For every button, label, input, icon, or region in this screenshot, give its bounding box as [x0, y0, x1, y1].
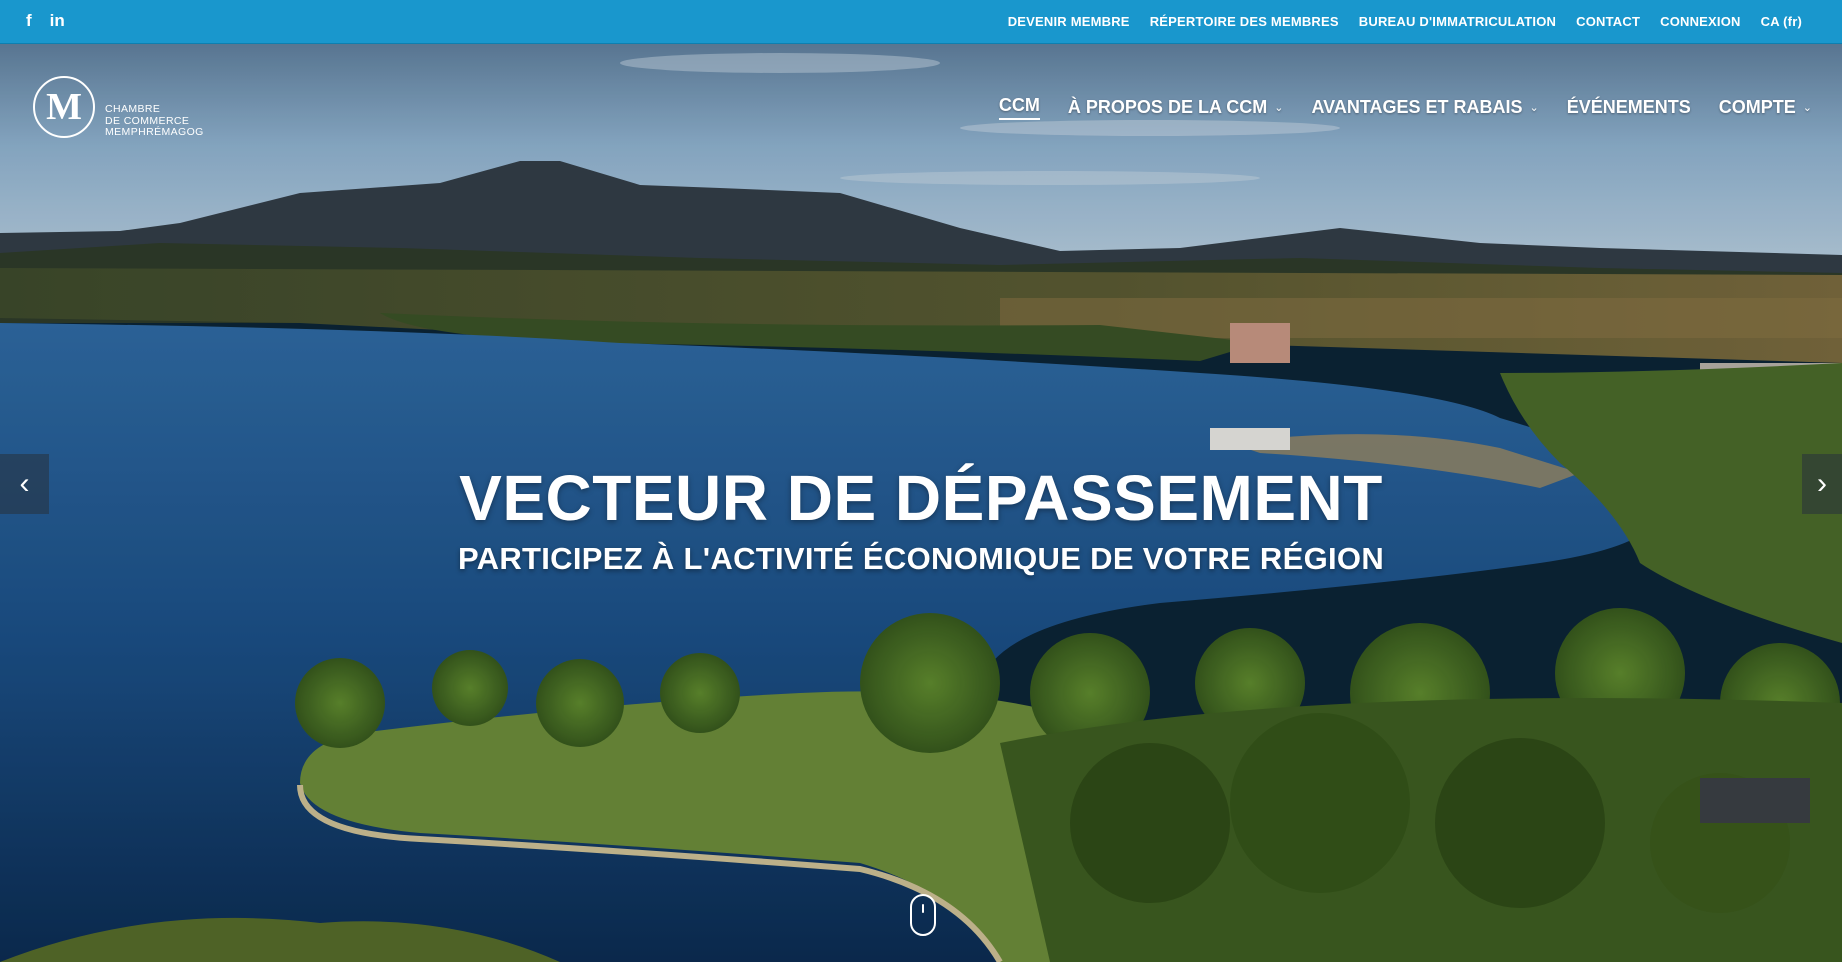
- logo-line-3: MEMPHRÉMAGOG: [105, 126, 204, 138]
- main-nav: CCM À PROPOS DE LA CCM ⌄ AVANTAGES ET RA…: [998, 95, 1812, 120]
- scroll-down-icon[interactable]: [910, 894, 936, 936]
- hero-subheadline: PARTICIPEZ À L'ACTIVITÉ ÉCONOMIQUE DE VO…: [457, 541, 1385, 576]
- contact-link[interactable]: CONTACT: [1576, 14, 1640, 29]
- scroll-indicator-dot: [922, 904, 924, 913]
- logo-text: CHAMBRE DE COMMERCE MEMPHRÉMAGOG: [105, 103, 204, 139]
- linkedin-icon[interactable]: in: [50, 11, 65, 31]
- login-link[interactable]: CONNEXION: [1660, 14, 1741, 29]
- nav-item-about[interactable]: À PROPOS DE LA CCM ⌄: [1068, 97, 1284, 118]
- chevron-down-icon: ⌄: [1274, 102, 1284, 114]
- utility-nav: DEVENIR MEMBRE RÉPERTOIRE DES MEMBRES BU…: [1008, 0, 1802, 43]
- nav-item-benefits[interactable]: AVANTAGES ET RABAIS ⌄: [1312, 97, 1539, 118]
- nav-item-label: ÉVÉNEMENTS: [1566, 97, 1691, 117]
- social-links: f in: [26, 11, 65, 31]
- chevron-down-icon: ⌄: [1529, 102, 1539, 114]
- slider-prev-button[interactable]: ‹: [0, 454, 49, 514]
- slider-next-button[interactable]: ›: [1802, 454, 1842, 514]
- nav-item-ccm[interactable]: CCM: [998, 95, 1040, 120]
- hero-headline: VECTEUR DE DÉPASSEMENT: [459, 462, 1383, 534]
- chevron-down-icon: ⌄: [1802, 102, 1812, 114]
- nav-item-account[interactable]: COMPTE ⌄: [1719, 97, 1812, 118]
- registration-office-link[interactable]: BUREAU D'IMMATRICULATION: [1359, 14, 1556, 29]
- chevron-right-icon: ›: [1817, 467, 1827, 500]
- logo-mark: M: [33, 76, 95, 138]
- become-member-link[interactable]: DEVENIR MEMBRE: [1008, 14, 1130, 29]
- chamber-logo[interactable]: M CHAMBRE DE COMMERCE MEMPHRÉMAGOG: [33, 76, 223, 142]
- nav-item-label: COMPTE: [1718, 97, 1796, 117]
- nav-item-label: CCM: [998, 95, 1040, 115]
- chevron-left-icon: ‹: [19, 467, 30, 500]
- top-utility-bar: f in DEVENIR MEMBRE RÉPERTOIRE DES MEMBR…: [0, 0, 1842, 44]
- language-switcher[interactable]: CA (fr): [1761, 14, 1802, 29]
- nav-item-label: À PROPOS DE LA CCM: [1067, 97, 1268, 117]
- facebook-icon[interactable]: f: [26, 11, 32, 31]
- nav-item-label: AVANTAGES ET RABAIS: [1311, 97, 1523, 117]
- member-directory-link[interactable]: RÉPERTOIRE DES MEMBRES: [1150, 14, 1339, 29]
- logo-line-1: CHAMBRE: [105, 103, 161, 115]
- nav-item-events[interactable]: ÉVÉNEMENTS: [1567, 97, 1691, 118]
